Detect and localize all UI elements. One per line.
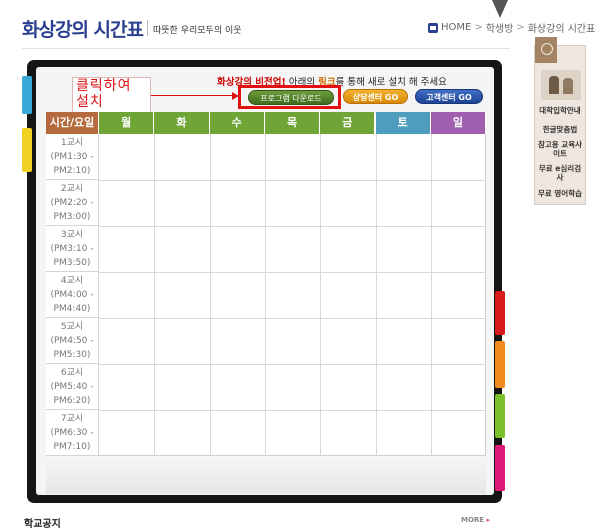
- bookmark-tag-icon: [535, 37, 557, 63]
- grid-row-line: [99, 180, 486, 181]
- grid-row-line: [99, 318, 486, 319]
- side-nav-item-english[interactable]: 무료 영어학습: [536, 189, 584, 198]
- day-header: 금: [320, 112, 376, 134]
- grid-row-line: [99, 410, 486, 411]
- period-end: PM3:00): [53, 212, 91, 222]
- consult-center-button[interactable]: 상담센터 GO: [343, 89, 408, 104]
- period-name: 1교시: [60, 138, 84, 148]
- period-cell: 3교시 (PM3:10 - PM3:50): [46, 226, 99, 272]
- day-header: 월: [99, 112, 155, 134]
- grid-row-line: [99, 272, 486, 273]
- period-name: 3교시: [60, 230, 84, 240]
- period-end: PM5:30): [53, 350, 91, 360]
- grid-row-line: [99, 226, 486, 227]
- callout-arrow-line: [151, 95, 236, 96]
- period-start: (PM4:50 -: [50, 336, 94, 346]
- side-nav-item-psych-test[interactable]: 무료 e심리검사: [536, 164, 584, 182]
- notebook-tab-green[interactable]: [495, 394, 505, 438]
- period-start: (PM6:30 -: [50, 428, 94, 438]
- day-header: 목: [264, 112, 321, 134]
- page-title: 화상강의 시간표: [22, 19, 144, 41]
- highlight-box: [238, 85, 341, 109]
- breadcrumb-separator-icon: >: [516, 22, 525, 33]
- period-start: (PM5:40 -: [50, 382, 94, 392]
- period-end: PM7:10): [53, 442, 91, 452]
- decorative-pin-icon: [492, 0, 508, 18]
- header-divider: [22, 48, 510, 49]
- callout-line-2: 설치: [76, 94, 104, 110]
- period-end: PM6:20): [53, 396, 91, 406]
- side-nav-item-admission[interactable]: 대학입학안내: [536, 106, 584, 115]
- notice-text-tail: 를 통해 새로 설치 해 주세요: [335, 77, 447, 88]
- period-name: 4교시: [60, 276, 84, 286]
- period-start: (PM2:20 -: [50, 198, 94, 208]
- day-header: 화: [154, 112, 210, 134]
- side-nav-item-education-sites[interactable]: 참고용 교육사이트: [536, 140, 584, 158]
- day-header: 토: [375, 112, 431, 134]
- period-end: PM4:40): [53, 304, 91, 314]
- period-cell: 2교시 (PM2:20 - PM3:00): [46, 180, 99, 226]
- title-divider: [147, 20, 148, 36]
- more-arrow-icon: ▸: [486, 516, 491, 524]
- period-name: 6교시: [60, 368, 84, 378]
- customer-center-button[interactable]: 고객센터 GO: [415, 89, 483, 104]
- period-start: (PM3:10 -: [50, 244, 94, 254]
- timetable: [46, 112, 486, 456]
- notebook-tab-blue[interactable]: [22, 76, 32, 114]
- page-bottom-shade: [46, 456, 486, 494]
- period-cell: 7교시 (PM6:30 - PM7:10): [46, 410, 99, 456]
- notebook-tab-red[interactable]: [495, 291, 505, 335]
- home-icon: [428, 22, 438, 33]
- period-name: 5교시: [60, 322, 84, 332]
- page-root: 화상강의 시간표 따뜻한 우리모두의 이웃 HOME > 학생방 > 화상강의 …: [0, 0, 600, 530]
- breadcrumb-home[interactable]: HOME: [441, 22, 471, 33]
- day-header: 수: [209, 112, 265, 134]
- callout-text: 클릭하여 설치: [76, 78, 132, 110]
- students-photo: [541, 70, 581, 100]
- notebook-tab-yellow[interactable]: [22, 128, 32, 172]
- breadcrumb-current: 화상강의 시간표: [527, 24, 596, 35]
- breadcrumb-separator-icon: >: [474, 22, 483, 33]
- period-cell: 4교시 (PM4:00 - PM4:40): [46, 272, 99, 318]
- page-subtitle: 따뜻한 우리모두의 이웃: [153, 26, 242, 36]
- period-end: PM3:50): [53, 258, 91, 268]
- more-link[interactable]: MORE ▸: [461, 516, 490, 524]
- grid-row-line: [99, 364, 486, 365]
- timetable-corner-header: 시간/요일: [46, 112, 99, 134]
- period-end: PM2:10): [53, 166, 91, 176]
- day-header: 일: [430, 112, 487, 134]
- grid-column-line: [375, 134, 377, 456]
- grid-column-line: [320, 134, 322, 456]
- breadcrumb: HOME > 학생방 > 화상강의 시간표: [428, 20, 595, 35]
- notebook-tab-pink[interactable]: [495, 445, 505, 491]
- school-notice-title: 학교공지: [24, 519, 61, 530]
- notebook-tab-orange[interactable]: [495, 341, 505, 388]
- grid-column-line: [209, 134, 211, 456]
- period-name: 7교시: [60, 414, 84, 424]
- grid-column-line: [154, 134, 156, 456]
- period-name: 2교시: [60, 184, 84, 194]
- period-start: (PM4:00 -: [50, 290, 94, 300]
- more-label: MORE: [461, 516, 485, 524]
- period-cell: 5교시 (PM4:50 - PM5:30): [46, 318, 99, 364]
- breadcrumb-student-room[interactable]: 학생방: [486, 20, 514, 35]
- period-cell: 6교시 (PM5:40 - PM6:20): [46, 364, 99, 410]
- period-start: (PM1:30 -: [50, 152, 94, 162]
- grid-column-line: [430, 134, 432, 456]
- grid-column-line: [264, 134, 266, 456]
- callout-line-1: 클릭하여: [76, 78, 132, 94]
- period-cell: 1교시 (PM1:30 - PM2:10): [46, 134, 99, 180]
- side-nav-item-spelling[interactable]: 한글맞춤법: [536, 125, 584, 134]
